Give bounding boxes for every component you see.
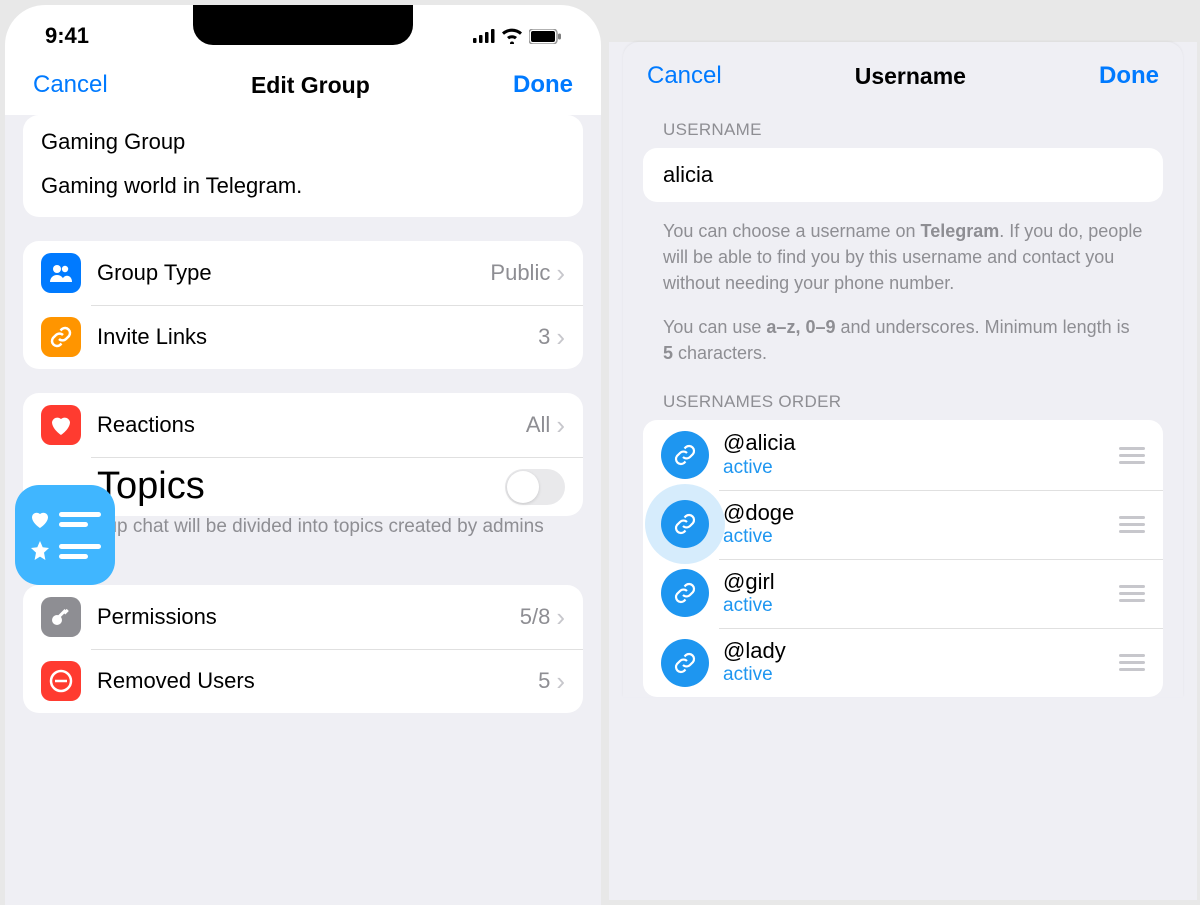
username-name: @alicia bbox=[723, 430, 1119, 456]
invite-links-icon bbox=[41, 317, 81, 357]
drag-handle-icon[interactable] bbox=[1119, 585, 1145, 602]
right-content: USERNAME alicia You can choose a usernam… bbox=[623, 108, 1183, 697]
chevron-right-icon: › bbox=[556, 322, 565, 353]
invite-links-label: Invite Links bbox=[97, 324, 538, 350]
invite-links-value: 3 bbox=[538, 324, 550, 350]
username-input-card[interactable]: alicia bbox=[643, 148, 1163, 202]
admin-card: Permissions 5/8 › Removed Users 5 › bbox=[23, 585, 583, 713]
username-status: active bbox=[723, 664, 1119, 687]
link-icon bbox=[661, 569, 709, 617]
permissions-value: 5/8 bbox=[520, 604, 551, 630]
drag-handle-icon[interactable] bbox=[1119, 654, 1145, 671]
topics-label: Topics bbox=[97, 465, 505, 508]
username-help-text-2: You can use a–z, 0–9 and underscores. Mi… bbox=[643, 310, 1163, 380]
group-name-input[interactable]: Gaming Group bbox=[41, 129, 565, 155]
help-text-part: and underscores. Minimum length is bbox=[835, 317, 1129, 337]
left-phone-frame: 9:41 Cancel Edit Group Done Gaming Group… bbox=[5, 5, 601, 905]
chevron-right-icon: › bbox=[556, 602, 565, 633]
floating-topics-icon bbox=[15, 485, 115, 585]
chevron-right-icon: › bbox=[556, 666, 565, 697]
help-text-bold: 5 bbox=[663, 343, 673, 363]
username-row[interactable]: @doge active bbox=[643, 490, 1163, 559]
username-section-header: USERNAME bbox=[643, 108, 1163, 148]
username-name: @lady bbox=[723, 638, 1119, 664]
drag-handle-icon[interactable] bbox=[1119, 516, 1145, 533]
chevron-right-icon: › bbox=[556, 258, 565, 289]
cellular-icon bbox=[473, 29, 495, 43]
help-text-part: You can choose a username on bbox=[663, 221, 921, 241]
heart-icon bbox=[29, 508, 51, 530]
username-row[interactable]: @girl active bbox=[643, 559, 1163, 628]
group-info-card: Gaming Group Gaming world in Telegram. bbox=[23, 115, 583, 217]
done-button[interactable]: Done bbox=[1099, 62, 1159, 90]
help-text-bold: Telegram bbox=[921, 221, 1000, 241]
username-row[interactable]: @lady active bbox=[643, 628, 1163, 697]
group-description-input[interactable]: Gaming world in Telegram. bbox=[41, 173, 565, 199]
status-icons bbox=[473, 28, 561, 44]
nav-bar: Cancel Edit Group Done bbox=[5, 59, 601, 115]
usernames-order-header: USERNAMES ORDER bbox=[643, 380, 1163, 420]
help-text-part: You can use bbox=[663, 317, 766, 337]
star-icon bbox=[29, 540, 51, 562]
group-type-row[interactable]: Group Type Public › bbox=[23, 241, 583, 305]
chevron-right-icon: › bbox=[556, 410, 565, 441]
phone-notch bbox=[193, 5, 413, 45]
wifi-icon bbox=[501, 28, 523, 44]
removed-users-label: Removed Users bbox=[97, 668, 538, 694]
reactions-value: All bbox=[526, 412, 550, 438]
usernames-list: @alicia active @doge active bbox=[643, 420, 1163, 697]
invite-links-row[interactable]: Invite Links 3 › bbox=[23, 305, 583, 369]
permissions-label: Permissions bbox=[97, 604, 520, 630]
removed-users-row[interactable]: Removed Users 5 › bbox=[23, 649, 583, 713]
battery-icon bbox=[529, 29, 561, 44]
username-help-text-1: You can choose a username on Telegram. I… bbox=[643, 214, 1163, 310]
right-sheet: Cancel Username Done USERNAME alicia You… bbox=[623, 42, 1183, 697]
link-icon bbox=[661, 431, 709, 479]
right-nav-bar: Cancel Username Done bbox=[623, 42, 1183, 108]
username-name: @doge bbox=[723, 500, 1119, 526]
reactions-label: Reactions bbox=[97, 412, 526, 438]
username-status: active bbox=[723, 595, 1119, 618]
permissions-key-icon bbox=[41, 597, 81, 637]
group-type-icon bbox=[41, 253, 81, 293]
status-time: 9:41 bbox=[45, 23, 89, 49]
group-type-value: Public bbox=[490, 260, 550, 286]
link-icon bbox=[661, 639, 709, 687]
username-input[interactable]: alicia bbox=[663, 162, 1143, 188]
right-top-spacer bbox=[609, 0, 1197, 42]
link-icon bbox=[661, 500, 709, 548]
cancel-button[interactable]: Cancel bbox=[647, 62, 722, 90]
removed-users-icon bbox=[41, 661, 81, 701]
topics-switch[interactable] bbox=[505, 469, 565, 505]
help-text-part: characters. bbox=[673, 343, 767, 363]
username-row[interactable]: @alicia active bbox=[643, 420, 1163, 489]
username-status: active bbox=[723, 526, 1119, 549]
right-phone-frame: Cancel Username Done USERNAME alicia You… bbox=[609, 0, 1197, 900]
drag-handle-icon[interactable] bbox=[1119, 447, 1145, 464]
nav-title: Edit Group bbox=[251, 72, 370, 99]
username-status: active bbox=[723, 457, 1119, 480]
help-text-bold: a–z, 0–9 bbox=[766, 317, 835, 337]
switch-knob bbox=[507, 471, 539, 503]
group-settings-card: Group Type Public › Invite Links 3 › bbox=[23, 241, 583, 369]
done-button[interactable]: Done bbox=[513, 71, 573, 99]
permissions-row[interactable]: Permissions 5/8 › bbox=[23, 585, 583, 649]
reactions-icon bbox=[41, 405, 81, 445]
reactions-row[interactable]: Reactions All › bbox=[23, 393, 583, 457]
removed-users-value: 5 bbox=[538, 668, 550, 694]
group-type-label: Group Type bbox=[97, 260, 490, 286]
nav-title: Username bbox=[855, 63, 966, 90]
cancel-button[interactable]: Cancel bbox=[33, 71, 108, 99]
username-name: @girl bbox=[723, 569, 1119, 595]
